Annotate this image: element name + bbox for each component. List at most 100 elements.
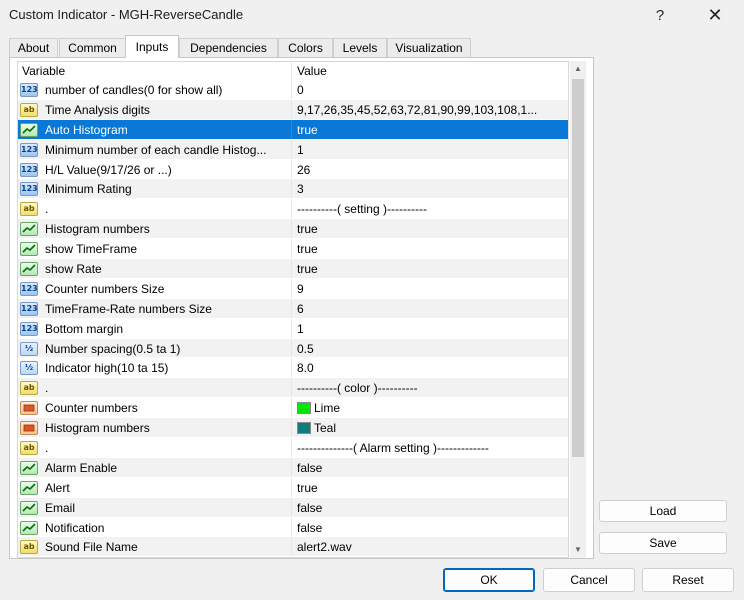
cell-divider (291, 477, 292, 497)
table-row[interactable]: Alert true (18, 477, 568, 498)
table-row[interactable]: 123 Bottom margin 1 (18, 318, 568, 339)
bool-icon (20, 520, 38, 535)
cell-divider (291, 537, 292, 557)
scroll-down-arrow-icon[interactable]: ▼ (570, 542, 586, 558)
variable-value[interactable]: ----------( setting )---------- (297, 202, 565, 216)
close-icon: ✕ (707, 4, 723, 25)
close-button[interactable]: ✕ (695, 2, 735, 28)
table-row[interactable]: ab Sound File Name alert2.wav (18, 537, 568, 557)
cell-divider (291, 517, 292, 537)
table-row[interactable]: Histogram numbers Teal (18, 418, 568, 439)
variable-name: Auto Histogram (45, 122, 128, 137)
load-button[interactable]: Load (599, 500, 727, 522)
column-divider[interactable] (291, 62, 292, 80)
reset-button[interactable]: Reset (642, 568, 734, 592)
table-row[interactable]: Alarm Enable false (18, 457, 568, 478)
color-icon (20, 401, 38, 416)
variable-value[interactable]: false (297, 521, 565, 535)
table-row[interactable]: Counter numbers Lime (18, 398, 568, 419)
table-row[interactable]: ab. ----------( color )---------- (18, 378, 568, 399)
tab-dependencies[interactable]: Dependencies (179, 38, 278, 57)
variable-value[interactable]: 8.0 (297, 361, 565, 375)
variable-value[interactable]: 6 (297, 302, 565, 316)
table-row[interactable]: 123 TimeFrame-Rate numbers Size 6 (18, 298, 568, 319)
variable-value[interactable]: 3 (297, 182, 565, 196)
variable-value[interactable]: 0 (297, 83, 565, 97)
bool-icon (20, 500, 38, 515)
scroll-up-arrow-icon[interactable]: ▲ (570, 61, 586, 77)
color-swatch (297, 422, 311, 435)
scrollbar-thumb[interactable] (572, 79, 584, 457)
variable-value[interactable]: Lime (297, 401, 565, 415)
color-name: Lime (314, 401, 341, 416)
ok-button[interactable]: OK (443, 568, 535, 592)
table-row[interactable]: ab. --------------( Alarm setting )------… (18, 438, 568, 458)
variable-value[interactable]: false (297, 461, 565, 475)
cell-divider (291, 378, 292, 398)
int-icon: 123 (20, 281, 38, 296)
variable-name: . (45, 202, 49, 217)
cancel-button[interactable]: Cancel (543, 568, 635, 592)
string-icon: ab (20, 381, 38, 396)
bool-icon (20, 242, 38, 257)
tab-common[interactable]: Common (59, 38, 126, 57)
variable-value[interactable]: 26 (297, 163, 565, 177)
table-row[interactable]: ½ Indicator high(10 ta 15) 8.0 (18, 358, 568, 379)
variable-name: Histogram numbers (45, 421, 150, 436)
cell-divider (291, 418, 292, 438)
table-row[interactable]: show Rate true (18, 259, 568, 279)
cell-divider (291, 219, 292, 239)
table-row[interactable]: Histogram numbers true (18, 219, 568, 240)
cell-divider (291, 438, 292, 457)
variable-value[interactable]: false (297, 501, 565, 515)
tab-colors[interactable]: Colors (278, 38, 333, 57)
table-row[interactable]: 123 number of candles(0 for show all) 0 (18, 80, 568, 100)
table-row[interactable]: 123 Minimum Rating 3 (18, 179, 568, 200)
column-header-variable[interactable]: Variable (22, 64, 65, 78)
variable-value[interactable]: 1 (297, 322, 565, 336)
variable-value[interactable]: alert2.wav (297, 540, 565, 554)
table-row[interactable]: 123 Counter numbers Size 9 (18, 278, 568, 299)
table-row[interactable]: ab. ----------( setting )---------- (18, 199, 568, 220)
save-button[interactable]: Save (599, 532, 727, 554)
variable-value[interactable]: 1 (297, 143, 565, 157)
table-row[interactable]: Auto Histogram true (18, 119, 568, 140)
variable-value[interactable]: ----------( color )---------- (297, 381, 565, 395)
cell-divider (291, 239, 292, 259)
variable-value[interactable]: Teal (297, 421, 565, 435)
tab-about[interactable]: About (9, 38, 58, 57)
variable-name: . (45, 441, 49, 456)
table-row[interactable]: ab Time Analysis digits 9,17,26,35,45,52,6… (18, 99, 568, 120)
table-row[interactable]: 123 H/L Value(9/17/26 or ...) 26 (18, 159, 568, 180)
variable-name: Email (45, 500, 76, 515)
cell-divider (291, 497, 292, 517)
table-row[interactable]: show TimeFrame true (18, 239, 568, 260)
help-button[interactable]: ? (640, 2, 680, 28)
double-icon: ½ (20, 361, 38, 376)
int-icon: 123 (20, 321, 38, 336)
tab-inputs[interactable]: Inputs (125, 35, 179, 58)
variable-value[interactable]: 0.5 (297, 342, 565, 356)
variable-value[interactable]: true (297, 242, 565, 256)
color-swatch (297, 402, 311, 415)
column-header-value[interactable]: Value (297, 64, 327, 78)
tab-levels[interactable]: Levels (333, 38, 387, 57)
string-icon: ab (20, 441, 38, 456)
table-row[interactable]: ½ Number spacing(0.5 ta 1) 0.5 (18, 338, 568, 359)
variable-value[interactable]: true (297, 262, 565, 276)
table-row[interactable]: Notification false (18, 517, 568, 538)
tab-visualization[interactable]: Visualization (387, 38, 471, 57)
table-row[interactable]: 123 Minimum number of each candle Histog.… (18, 139, 568, 160)
vertical-scrollbar[interactable]: ▲ ▼ (570, 61, 586, 558)
variable-value[interactable]: 9 (297, 282, 565, 296)
variable-value[interactable]: 9,17,26,35,45,52,63,72,81,90,99,103,108,… (297, 103, 565, 117)
cell-divider (291, 199, 292, 219)
table-row[interactable]: Email false (18, 497, 568, 518)
variable-value[interactable]: true (297, 222, 565, 236)
int-icon: 123 (20, 142, 38, 157)
variable-value[interactable]: true (297, 123, 565, 137)
int-icon: 123 (20, 83, 38, 97)
variable-value[interactable]: --------------( Alarm setting )---------… (297, 441, 565, 455)
variable-value[interactable]: true (297, 481, 565, 495)
color-icon (20, 421, 38, 436)
